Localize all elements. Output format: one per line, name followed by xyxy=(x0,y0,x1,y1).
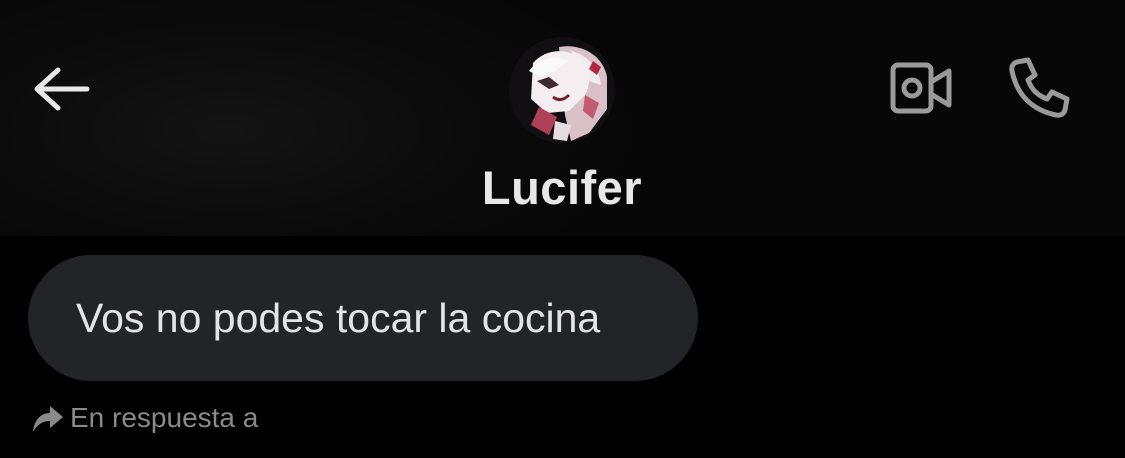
message-bubble[interactable]: Vos no podes tocar la cocina xyxy=(28,255,698,381)
chat-header: Lucifer xyxy=(0,0,1125,236)
voice-call-button[interactable] xyxy=(1003,50,1077,124)
contact-avatar[interactable] xyxy=(509,37,615,143)
avatar-image xyxy=(509,37,615,143)
contact-name[interactable]: Lucifer xyxy=(412,160,712,215)
back-button[interactable] xyxy=(28,58,94,120)
arrow-left-icon xyxy=(34,67,90,111)
phone-icon xyxy=(1009,57,1070,118)
reply-arrow-icon xyxy=(30,400,66,436)
message-text: Vos no podes tocar la cocina xyxy=(76,294,601,341)
video-camera-icon xyxy=(890,62,952,114)
reply-label: En respuesta a xyxy=(70,402,259,433)
reply-indicator[interactable]: En respuesta a xyxy=(30,398,258,438)
video-call-button[interactable] xyxy=(885,55,957,121)
chat-screen: Lucifer Vos no podes tocar la cocina En … xyxy=(0,0,1125,458)
